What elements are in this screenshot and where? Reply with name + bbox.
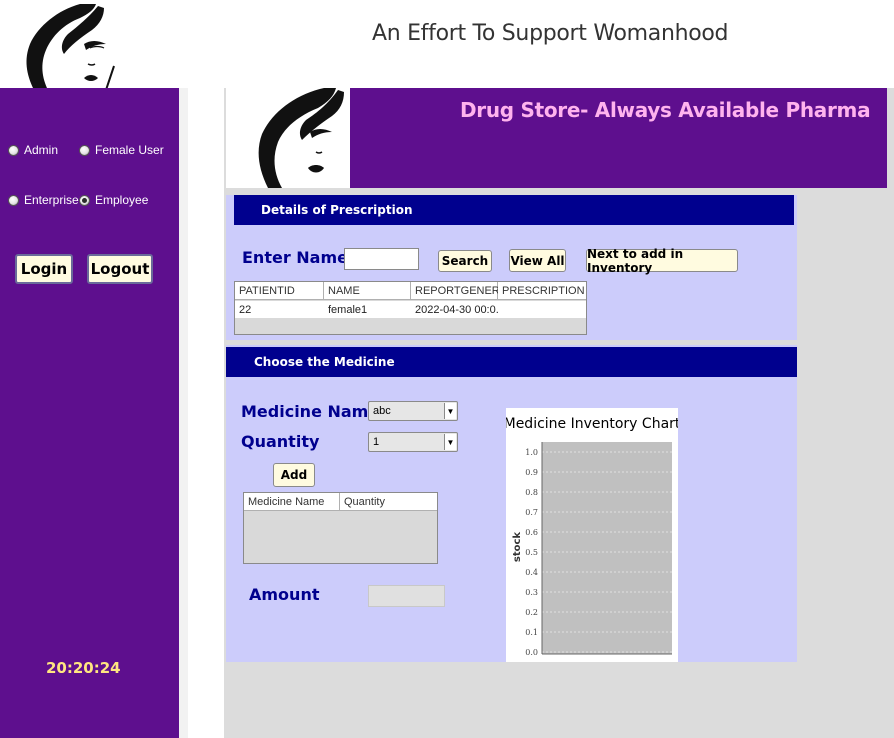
add-medicine-button[interactable]: Add (273, 463, 315, 487)
tagline: An Effort To Support Womanhood (372, 21, 729, 46)
amount-field[interactable] (368, 585, 445, 607)
chart-y-tick-label: 0.6 (525, 528, 538, 537)
radio-dot[interactable] (79, 144, 90, 156)
search-button[interactable]: Search (438, 250, 492, 272)
select-value: abc (373, 405, 391, 417)
medicine-name-select[interactable]: abc ▼ (368, 401, 458, 421)
cell-patientid: 22 (239, 303, 252, 316)
radio-label: Admin (24, 143, 59, 157)
chart-y-tick-label: 0.9 (525, 468, 538, 477)
prescription-table[interactable]: PATIENTID NAME REPORTGENER... PRESCRIPTI… (234, 281, 587, 335)
column-header-reportgenerated[interactable]: REPORTGENER... (411, 282, 509, 300)
radio-employee[interactable]: Employee (79, 193, 148, 207)
woman-silhouette-logo (258, 88, 344, 188)
chart-y-tick-label: 0.0 (525, 648, 538, 657)
prescription-section-header: Details of Prescription (234, 195, 794, 225)
patient-name-input[interactable] (344, 248, 419, 270)
column-header-prescription[interactable]: PRESCRIPTION (498, 282, 586, 300)
inventory-chart: Medicine Inventory Chart stock 1.0 0.9 0.8… (504, 408, 681, 662)
radio-admin[interactable]: Admin (8, 143, 58, 157)
enter-name-label: Enter Name : (242, 248, 360, 267)
chart-y-ticks: 1.0 0.9 0.8 0.7 0.6 0.5 0.4 0.3 0.2 0.1 0.0 (525, 448, 538, 657)
chart-y-tick-label: 0.7 (525, 508, 538, 517)
quantity-select[interactable]: 1 ▼ (368, 432, 458, 452)
banner-logo-box (226, 88, 350, 188)
left-sidebar (0, 88, 179, 738)
quantity-label: Quantity (241, 432, 320, 451)
sidebar-divider[interactable] (179, 88, 188, 738)
chart-title: Medicine Inventory Chart (506, 416, 678, 432)
cell-reportgenerated: 2022-04-30 00:0... (415, 303, 498, 316)
chart-y-tick-label: 0.3 (525, 588, 538, 597)
login-button[interactable]: Login (15, 254, 73, 284)
table-row[interactable]: 22 female1 2022-04-30 00:0... (235, 301, 586, 318)
medicine-name-label: Medicine Name (241, 402, 380, 421)
view-all-button[interactable]: View All (509, 249, 566, 272)
chart-plot-area (542, 442, 672, 654)
radio-dot[interactable] (8, 144, 19, 156)
chart-y-tick-label: 1.0 (525, 448, 538, 457)
chart-y-tick-label: 0.8 (525, 488, 538, 497)
cell-name: female1 (328, 303, 368, 316)
column-header-name[interactable]: NAME (324, 282, 411, 300)
column-header-quantity[interactable]: Quantity (340, 493, 437, 511)
radio-label: Female User (95, 143, 164, 157)
radio-label: Employee (95, 193, 149, 207)
radio-dot[interactable] (8, 194, 19, 206)
select-value: 1 (373, 436, 380, 448)
chevron-down-icon[interactable]: ▼ (444, 434, 456, 450)
amount-label: Amount (249, 585, 320, 604)
main-margin (188, 88, 224, 738)
chart-y-tick-label: 0.5 (525, 548, 538, 557)
radio-enterprise[interactable]: Enterprise (8, 193, 79, 207)
chart-y-tick-label: 0.2 (525, 608, 538, 617)
column-header-patientid[interactable]: PATIENTID (235, 282, 324, 300)
next-add-inventory-button[interactable]: Next to add in Inventory (586, 247, 738, 275)
medicine-section-header: Choose the Medicine (226, 347, 797, 377)
chart-y-tick-label: 0.1 (525, 628, 538, 637)
chart-svg: Medicine Inventory Chart stock 1.0 0.9 0.8… (504, 416, 681, 657)
cell-prescription (498, 301, 586, 318)
clock: 20:20:24 (46, 659, 121, 677)
store-title: Drug Store- Always Available Pharma (460, 98, 871, 122)
chevron-down-icon[interactable]: ▼ (444, 403, 456, 419)
radio-label: Enterprise (24, 193, 79, 207)
column-header-medicine-name[interactable]: Medicine Name (244, 493, 340, 511)
medicine-table[interactable]: Medicine Name Quantity (243, 492, 438, 564)
woman-silhouette-logo (26, 4, 115, 90)
chart-y-axis-label: stock (512, 532, 523, 563)
radio-female-user[interactable]: Female User (79, 143, 164, 157)
logout-button[interactable]: Logout (87, 254, 153, 284)
chart-y-tick-label: 0.4 (525, 568, 538, 577)
radio-dot-checked[interactable] (79, 194, 90, 206)
